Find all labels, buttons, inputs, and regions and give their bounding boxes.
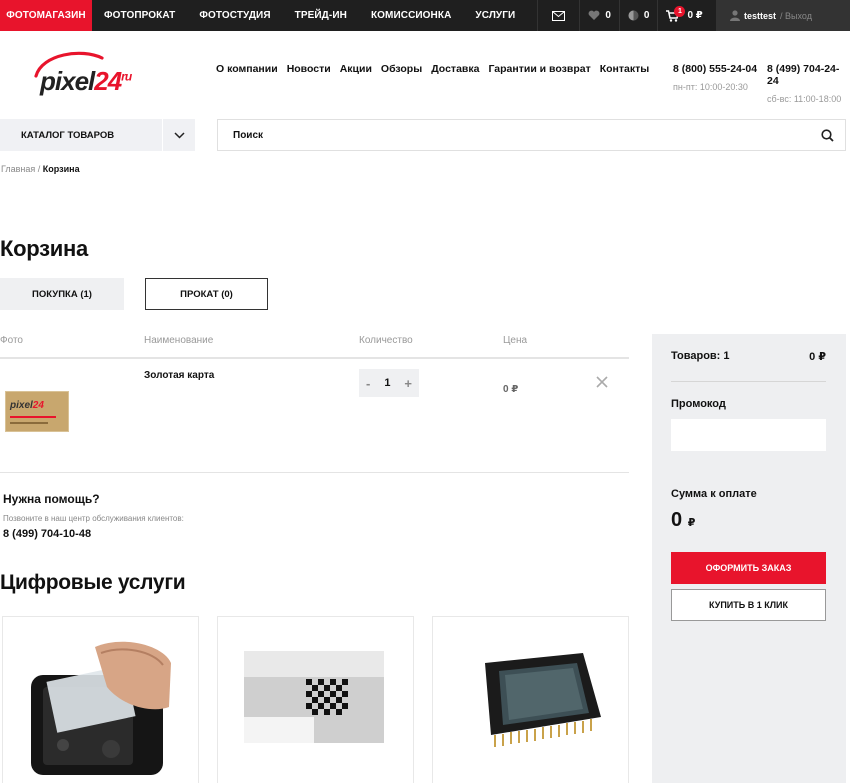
- checkout-button[interactable]: ОФОРМИТЬ ЗАКАЗ: [671, 552, 826, 584]
- summary-items-row: Товаров: 1 0 ₽: [671, 350, 826, 363]
- qty-plus-button[interactable]: +: [404, 376, 412, 391]
- hours-2: сб-вс: 11:00-18:00: [767, 94, 842, 104]
- page-title: Корзина: [0, 236, 88, 261]
- summary-items-label: Товаров: 1: [671, 350, 730, 362]
- cart-button[interactable]: 1 0 ₽: [657, 0, 710, 31]
- phone-2[interactable]: 8 (499) 704-24-24: [767, 63, 839, 87]
- user-icon: [730, 10, 740, 21]
- service-card-camera[interactable]: [2, 616, 199, 783]
- qty-value[interactable]: 1: [384, 377, 390, 389]
- compare-count: 0: [643, 10, 650, 21]
- nav-warranty[interactable]: Гарантии и возврат: [488, 63, 590, 75]
- logo-text: pixel: [40, 66, 95, 96]
- nav-delivery[interactable]: Доставка: [431, 63, 479, 75]
- logout-link[interactable]: / Выход: [780, 11, 812, 21]
- table-bottom-divider: [0, 472, 629, 473]
- tab-purchase[interactable]: ПОКУПКА (1): [0, 278, 124, 310]
- cart-icon-wrap: 1: [666, 5, 686, 22]
- summary-divider: [671, 381, 826, 382]
- chevron-down-icon[interactable]: [162, 119, 195, 151]
- username-link[interactable]: testtest: [744, 11, 776, 21]
- site-logo[interactable]: pixel24ru: [32, 46, 162, 102]
- top-nav-photostore[interactable]: ФОТОМАГАЗИН: [0, 0, 92, 31]
- sensor-image: [485, 653, 601, 747]
- cart-total: 0 ₽: [687, 10, 703, 21]
- cart-badge: 1: [674, 5, 686, 17]
- favorites-button[interactable]: 0: [579, 0, 619, 31]
- user-box: testtest / Выход: [716, 0, 850, 31]
- heart-icon: [588, 10, 600, 20]
- top-bar: ФОТОМАГАЗИН ФОТОПРОКАТ ФОТОСТУДИЯ ТРЕЙД-…: [0, 0, 850, 31]
- phone-block-1: 8 (800) 555-24-04 пн-пт: 10:00-20:30: [673, 63, 757, 92]
- total-value: 0: [671, 509, 683, 531]
- service-card-calibration[interactable]: [217, 616, 414, 783]
- promo-label: Промокод: [671, 398, 726, 410]
- search-input[interactable]: Поиск: [217, 119, 846, 151]
- col-header-price: Цена: [503, 335, 528, 346]
- envelope-icon: [552, 10, 566, 21]
- nav-contacts[interactable]: Контакты: [600, 63, 650, 75]
- service-card-sensor[interactable]: [432, 616, 629, 783]
- help-text: Позвоните в наш центр обслуживания клиен…: [3, 514, 184, 523]
- breadcrumb-home[interactable]: Главная: [1, 164, 35, 174]
- summary-items-sum: 0 ₽: [809, 351, 826, 363]
- col-header-qty: Количество: [359, 335, 413, 346]
- promo-code-input[interactable]: [671, 419, 826, 451]
- col-header-name: Наименование: [144, 335, 214, 346]
- top-nav: ФОТОМАГАЗИН ФОТОПРОКАТ ФОТОСТУДИЯ ТРЕЙД-…: [0, 0, 527, 31]
- buy-one-click-button[interactable]: КУПИТЬ В 1 КЛИК: [671, 589, 826, 621]
- table-header-divider: [0, 357, 629, 359]
- col-header-photo: Фото: [0, 335, 23, 346]
- qty-minus-button[interactable]: -: [366, 376, 370, 391]
- product-name[interactable]: Золотая карта: [144, 370, 214, 381]
- phone-1[interactable]: 8 (800) 555-24-04: [673, 63, 757, 75]
- breadcrumb: Главная / Корзина: [1, 164, 80, 174]
- compare-icon: [628, 10, 639, 21]
- catalog-button[interactable]: КАТАЛОГ ТОВАРОВ: [0, 119, 195, 151]
- calibration-image: [244, 651, 384, 743]
- search-placeholder: Поиск: [233, 129, 264, 141]
- top-nav-tradein[interactable]: ТРЕЙД-ИН: [283, 0, 359, 31]
- nav-promotions[interactable]: Акции: [340, 63, 372, 75]
- hours-1: пн-пт: 10:00-20:30: [673, 82, 748, 92]
- total-currency: ₽: [687, 517, 696, 529]
- breadcrumb-current: Корзина: [42, 164, 80, 174]
- tab-rent[interactable]: ПРОКАТ (0): [145, 278, 268, 310]
- nav-news[interactable]: Новости: [287, 63, 331, 75]
- phone-block-2: 8 (499) 704-24-24 сб-вс: 11:00-18:00: [767, 63, 850, 104]
- thumb-decor-line-2: [10, 422, 48, 424]
- logo-tld: ru: [121, 69, 132, 84]
- logo-number: 24: [94, 66, 122, 96]
- services-title: Цифровые услуги: [0, 571, 186, 594]
- camera-image: [31, 641, 171, 775]
- thumb-decor-line: [10, 416, 56, 418]
- product-price: 0 ₽: [503, 384, 519, 395]
- top-nav-photorent[interactable]: ФОТОПРОКАТ: [92, 0, 187, 31]
- product-thumbnail[interactable]: pixel24: [5, 391, 69, 432]
- order-summary-panel: Товаров: 1 0 ₽ Промокод Сумма к оплате 0…: [652, 334, 846, 783]
- total-value-block: 0 ₽: [671, 509, 695, 532]
- main-nav: О компании Новости Акции Обзоры Доставка…: [216, 63, 649, 75]
- top-icons: 0 0 1 0 ₽: [537, 0, 710, 31]
- help-title: Нужна помощь?: [3, 492, 100, 506]
- help-phone[interactable]: 8 (499) 704-10-48: [3, 528, 91, 540]
- top-nav-commission[interactable]: КОМИССИОНКА: [359, 0, 463, 31]
- breadcrumb-separator: /: [35, 164, 43, 174]
- search-icon[interactable]: [821, 129, 834, 142]
- favorites-count: 0: [605, 10, 611, 21]
- top-nav-services[interactable]: УСЛУГИ: [463, 0, 527, 31]
- top-nav-photostudio[interactable]: ФОТОСТУДИЯ: [187, 0, 282, 31]
- catalog-label: КАТАЛОГ ТОВАРОВ: [21, 129, 115, 141]
- thumb-logo-text: pixel24: [10, 400, 44, 411]
- nav-reviews[interactable]: Обзоры: [381, 63, 422, 75]
- total-label: Сумма к оплате: [671, 488, 757, 500]
- compare-button[interactable]: 0: [618, 0, 658, 31]
- nav-about[interactable]: О компании: [216, 63, 278, 75]
- mail-button[interactable]: [537, 0, 579, 31]
- quantity-stepper: - 1 +: [359, 369, 419, 397]
- close-icon[interactable]: [596, 376, 608, 388]
